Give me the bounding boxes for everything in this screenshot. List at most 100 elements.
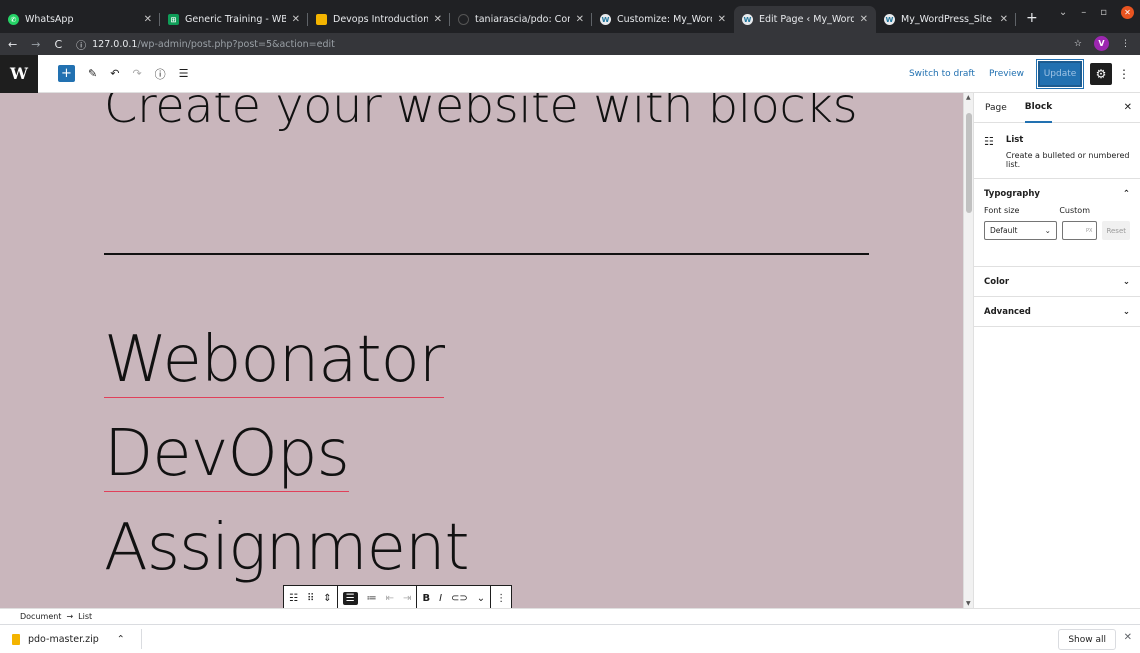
list-item[interactable]: DevOps — [104, 417, 350, 492]
advanced-panel: Advanced ⌄ — [974, 297, 1140, 327]
typography-panel-header[interactable]: Typography ⌃ — [984, 179, 1130, 208]
new-tab-button[interactable]: + — [1016, 6, 1048, 30]
breadcrumb-document[interactable]: Document — [20, 612, 61, 621]
move-up-down-icon[interactable]: ⇕ — [323, 593, 331, 604]
tab-page[interactable]: Page — [985, 93, 1007, 123]
list-icon: ☷ — [984, 135, 994, 148]
update-button[interactable]: Update — [1036, 59, 1084, 89]
drag-handle-icon[interactable]: ⠿ — [307, 593, 314, 604]
options-menu-icon[interactable]: ⋮ — [1118, 67, 1130, 81]
unordered-list-icon[interactable]: ☰ — [342, 592, 358, 605]
block-breadcrumb: Document → List — [0, 608, 1140, 624]
more-formats-chevron-icon[interactable]: ⌄ — [477, 593, 485, 604]
tab-github-pdo[interactable]: taniarascia/pdo: Conne ✕ — [450, 6, 592, 33]
wordpress-icon: W — [884, 14, 895, 25]
tab-generic-training[interactable]: ⊞ Generic Training - WB6 ✕ — [160, 6, 308, 33]
list-block-type-icon[interactable]: ☷ — [289, 593, 298, 604]
bold-icon[interactable]: B — [422, 593, 430, 604]
close-tab-icon[interactable]: ✕ — [1000, 14, 1008, 25]
switch-to-draft-button[interactable]: Switch to draft — [909, 69, 975, 79]
scrollbar-thumb[interactable] — [966, 113, 972, 213]
tab-search-icon[interactable]: ⌄ — [1059, 7, 1067, 18]
list-item[interactable]: Webonator — [104, 323, 445, 398]
italic-icon[interactable]: I — [439, 593, 442, 604]
indent-icon[interactable]: ⇥ — [403, 593, 411, 604]
list-view-icon[interactable]: ☰ — [179, 67, 189, 80]
canvas-scrollbar[interactable]: ▲ ▼ — [963, 93, 973, 608]
scroll-up-icon[interactable]: ▲ — [966, 94, 971, 101]
separator-block[interactable] — [104, 253, 869, 255]
wordpress-icon: W — [600, 14, 611, 25]
custom-font-size-input[interactable]: PX — [1061, 221, 1098, 240]
sheets-icon: ⊞ — [168, 14, 179, 25]
download-shelf: pdo-master.zip ⌃ Show all ✕ — [0, 624, 1140, 653]
heading-block[interactable]: Create your website with blocks — [104, 93, 904, 135]
wordpress-logo-icon[interactable]: W — [0, 54, 38, 93]
close-tab-icon[interactable]: ✕ — [576, 14, 584, 25]
browser-tab-bar: ✆ WhatsApp ✕ ⊞ Generic Training - WB6 ✕ … — [0, 0, 1140, 33]
preview-button[interactable]: Preview — [989, 69, 1024, 79]
ordered-list-icon[interactable]: ≔ — [367, 593, 377, 604]
chevron-down-icon: ⌄ — [1122, 276, 1130, 287]
back-icon[interactable]: ← — [8, 38, 17, 51]
show-all-button[interactable]: Show all — [1058, 629, 1116, 650]
site-info-icon[interactable]: ⓘ — [76, 37, 86, 52]
chevron-down-icon: ⌄ — [1044, 226, 1051, 235]
window-close-icon[interactable]: ✕ — [1121, 6, 1134, 19]
close-tab-icon[interactable]: ✕ — [292, 14, 300, 25]
outdent-icon[interactable]: ⇤ — [386, 593, 394, 604]
tab-devops-intro[interactable]: Devops Introduction An ✕ — [308, 6, 450, 33]
tab-edit-page[interactable]: W Edit Page ‹ My_WordPre ✕ — [734, 6, 876, 33]
custom-label: Custom — [1059, 206, 1090, 215]
tab-customize[interactable]: W Customize: My_WordPr ✕ — [592, 6, 734, 33]
close-tab-icon[interactable]: ✕ — [860, 14, 868, 25]
block-options-icon[interactable]: ⋮ — [496, 593, 506, 604]
settings-gear-icon[interactable]: ⚙ — [1090, 63, 1112, 85]
tab-block[interactable]: Block — [1024, 93, 1053, 123]
list-item[interactable]: Assignment — [104, 511, 470, 585]
details-info-icon[interactable]: ⓘ — [155, 66, 166, 82]
close-tab-icon[interactable]: ✕ — [434, 14, 442, 25]
window-controls: ⌄ – ▫ ✕ — [1059, 6, 1140, 19]
bookmark-star-icon[interactable]: ☆ — [1074, 39, 1082, 49]
color-panel: Color ⌄ — [974, 267, 1140, 297]
address-bar: ← → C ⓘ 127.0.0.1/wp-admin/post.php?post… — [0, 33, 1140, 55]
close-shelf-icon[interactable]: ✕ — [1124, 632, 1132, 643]
advanced-panel-header[interactable]: Advanced ⌄ — [984, 297, 1130, 326]
list-block[interactable]: Webonator DevOps Assignment — [104, 313, 470, 595]
editor-header: W + ✎ ↶ ↷ ⓘ ☰ Switch to draft Preview Up… — [0, 54, 1140, 93]
redo-icon[interactable]: ↷ — [132, 67, 141, 80]
close-tab-icon[interactable]: ✕ — [144, 14, 152, 25]
settings-sidebar: Page Block ✕ ☷ List Create a bulleted or… — [973, 93, 1140, 608]
download-file-name: pdo-master.zip — [28, 633, 99, 645]
reset-button[interactable]: Reset — [1102, 221, 1130, 240]
chevron-up-icon: ⌃ — [1122, 188, 1130, 199]
tab-wordpress-site[interactable]: W My_WordPress_Site – Ju ✕ — [876, 6, 1016, 33]
tab-whatsapp[interactable]: ✆ WhatsApp ✕ — [0, 6, 160, 33]
editor-canvas[interactable]: Create your website with blocks Webonato… — [0, 93, 963, 608]
forward-icon[interactable]: → — [31, 38, 40, 51]
reload-icon[interactable]: C — [54, 38, 62, 51]
link-icon[interactable]: ⊂⊃ — [451, 593, 468, 604]
url-field[interactable]: ⓘ 127.0.0.1/wp-admin/post.php?post=5&act… — [76, 37, 335, 52]
color-panel-header[interactable]: Color ⌄ — [984, 267, 1130, 296]
chevron-down-icon: ⌄ — [1122, 306, 1130, 317]
close-tab-icon[interactable]: ✕ — [718, 14, 726, 25]
block-inserter-button[interactable]: + — [58, 65, 75, 82]
download-item[interactable]: pdo-master.zip ⌃ — [12, 629, 142, 649]
zip-file-icon — [12, 633, 20, 645]
block-description: Create a bulleted or numbered list. — [1005, 151, 1130, 169]
minimize-icon[interactable]: – — [1081, 7, 1086, 18]
profile-avatar[interactable]: V — [1094, 36, 1109, 51]
browser-menu-icon[interactable]: ⋮ — [1121, 39, 1130, 49]
tools-pen-icon[interactable]: ✎ — [88, 67, 97, 80]
font-size-select[interactable]: Default ⌄ — [984, 221, 1057, 240]
undo-icon[interactable]: ↶ — [110, 67, 119, 80]
restore-icon[interactable]: ▫ — [1100, 7, 1107, 18]
chevron-up-icon[interactable]: ⌃ — [117, 634, 125, 645]
github-icon — [458, 14, 469, 25]
block-card: ☷ List Create a bulleted or numbered lis… — [974, 123, 1140, 179]
wordpress-icon: W — [742, 14, 753, 25]
close-sidebar-icon[interactable]: ✕ — [1124, 102, 1132, 113]
scroll-down-icon[interactable]: ▼ — [966, 600, 971, 607]
